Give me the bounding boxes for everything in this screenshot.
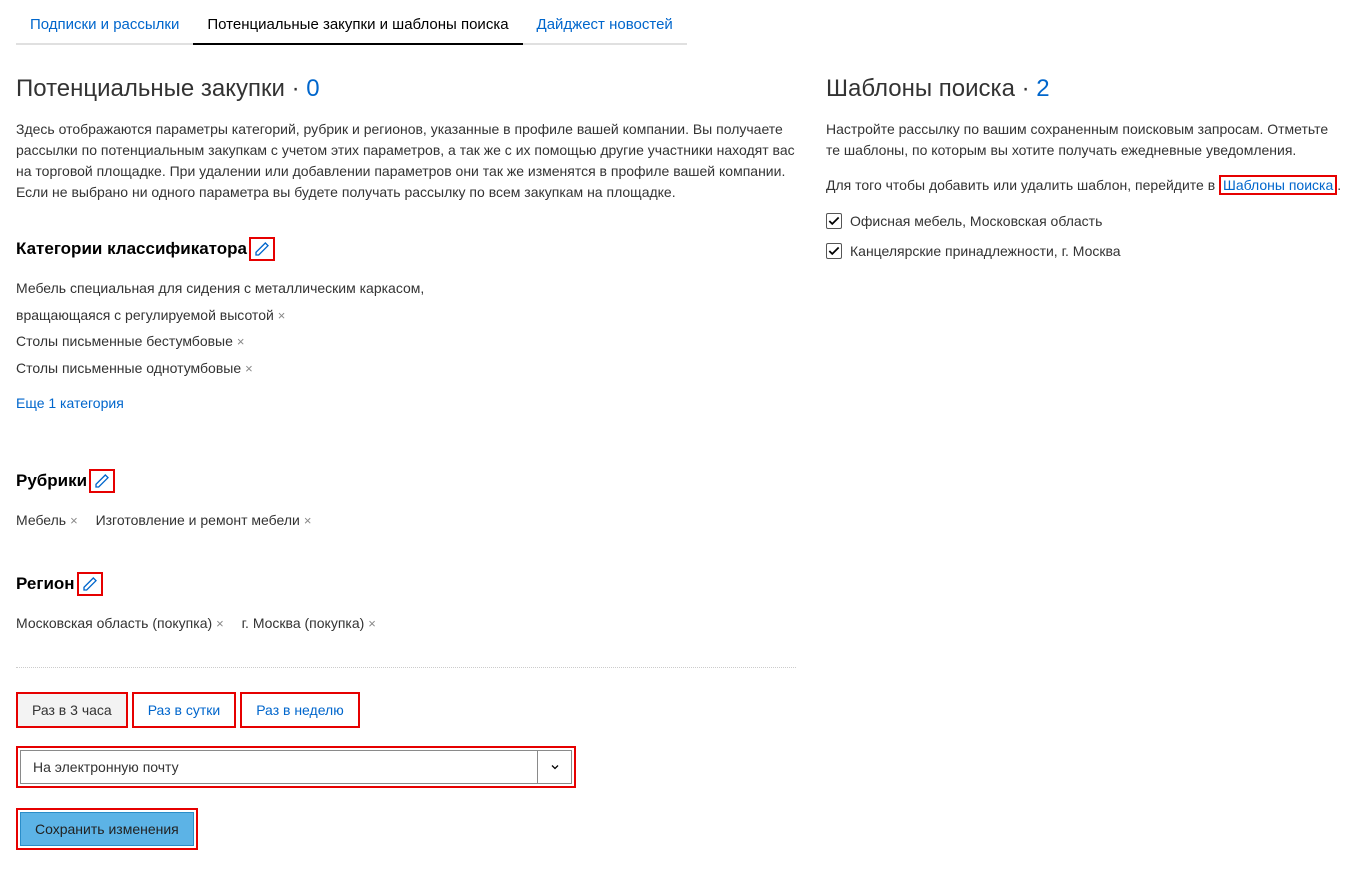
category-tag: Столы письменные однотумбовые [16, 360, 241, 376]
edit-categories-button[interactable] [249, 237, 275, 261]
note-suffix: . [1337, 177, 1341, 193]
category-tag: Мебель специальная для сидения с металли… [16, 280, 424, 323]
template-row: Канцелярские принадлежности, г. Москва [826, 243, 1346, 259]
heading-text: Потенциальные закупки [16, 75, 285, 102]
rubric-tag: Мебель [16, 512, 66, 528]
categories-title: Категории классификатора [16, 239, 247, 259]
potential-purchases-count: 0 [306, 75, 319, 102]
search-templates-count: 2 [1036, 75, 1049, 102]
categories-list: Мебель специальная для сидения с металли… [16, 275, 796, 381]
template-row: Офисная мебель, Московская область [826, 213, 1346, 229]
search-templates-link[interactable]: Шаблоны поиска [1219, 175, 1337, 195]
remove-tag-icon[interactable]: × [368, 616, 376, 631]
remove-tag-icon[interactable]: × [278, 308, 286, 323]
frequency-3hours-button[interactable]: Раз в 3 часа [16, 692, 128, 728]
rubrics-title: Рубрики [16, 471, 87, 491]
search-templates-heading: Шаблоны поиска · 2 [826, 75, 1346, 103]
region-title: Регион [16, 574, 75, 594]
heading-separator: · [1022, 75, 1037, 102]
template-label: Офисная мебель, Московская область [850, 213, 1102, 229]
template-checkbox[interactable] [826, 213, 842, 229]
edit-region-button[interactable] [77, 572, 103, 596]
template-checkbox[interactable] [826, 243, 842, 259]
pencil-icon [254, 241, 270, 257]
region-tag: г. Москва (покупка) [242, 615, 365, 631]
category-tag: Столы письменные бестумбовые [16, 333, 233, 349]
frequency-selector: Раз в 3 часа Раз в сутки Раз в неделю [16, 692, 796, 728]
frequency-daily-button[interactable]: Раз в сутки [132, 692, 237, 728]
tab-subscriptions[interactable]: Подписки и рассылки [16, 10, 193, 45]
region-list: Московская область (покупка) × г. Москва … [16, 610, 796, 637]
remove-tag-icon[interactable]: × [304, 513, 312, 528]
rubrics-list: Мебель × Изготовление и ремонт мебели × [16, 507, 796, 534]
frequency-weekly-button[interactable]: Раз в неделю [240, 692, 360, 728]
delivery-method-select[interactable]: На электронную почту [16, 746, 576, 788]
check-icon [827, 214, 841, 228]
section-divider [16, 667, 796, 668]
remove-tag-icon[interactable]: × [70, 513, 78, 528]
template-label: Канцелярские принадлежности, г. Москва [850, 243, 1121, 259]
search-templates-description: Настройте рассылку по вашим сохраненным … [826, 119, 1346, 161]
remove-tag-icon[interactable]: × [216, 616, 224, 631]
show-more-categories-link[interactable]: Еще 1 категория [16, 395, 124, 411]
pencil-icon [82, 576, 98, 592]
region-tag: Московская область (покупка) [16, 615, 212, 631]
remove-tag-icon[interactable]: × [245, 361, 253, 376]
chevron-down-icon [537, 751, 571, 783]
save-changes-button[interactable]: Сохранить изменения [20, 812, 194, 846]
check-icon [827, 244, 841, 258]
note-prefix: Для того чтобы добавить или удалить шабл… [826, 177, 1219, 193]
heading-text: Шаблоны поиска [826, 75, 1015, 102]
rubric-tag: Изготовление и ремонт мебели [96, 512, 300, 528]
potential-purchases-heading: Потенциальные закупки · 0 [16, 75, 796, 103]
potential-purchases-description: Здесь отображаются параметры категорий, … [16, 119, 796, 203]
heading-separator: · [292, 75, 307, 102]
tab-news-digest[interactable]: Дайджест новостей [523, 10, 687, 45]
search-templates-note: Для того чтобы добавить или удалить шабл… [826, 177, 1346, 193]
edit-rubrics-button[interactable] [89, 469, 115, 493]
tab-potential-purchases[interactable]: Потенциальные закупки и шаблоны поиска [193, 10, 522, 45]
tabs-nav: Подписки и рассылки Потенциальные закупк… [0, 0, 1366, 45]
pencil-icon [94, 473, 110, 489]
remove-tag-icon[interactable]: × [237, 334, 245, 349]
delivery-method-value: На электронную почту [21, 759, 537, 775]
